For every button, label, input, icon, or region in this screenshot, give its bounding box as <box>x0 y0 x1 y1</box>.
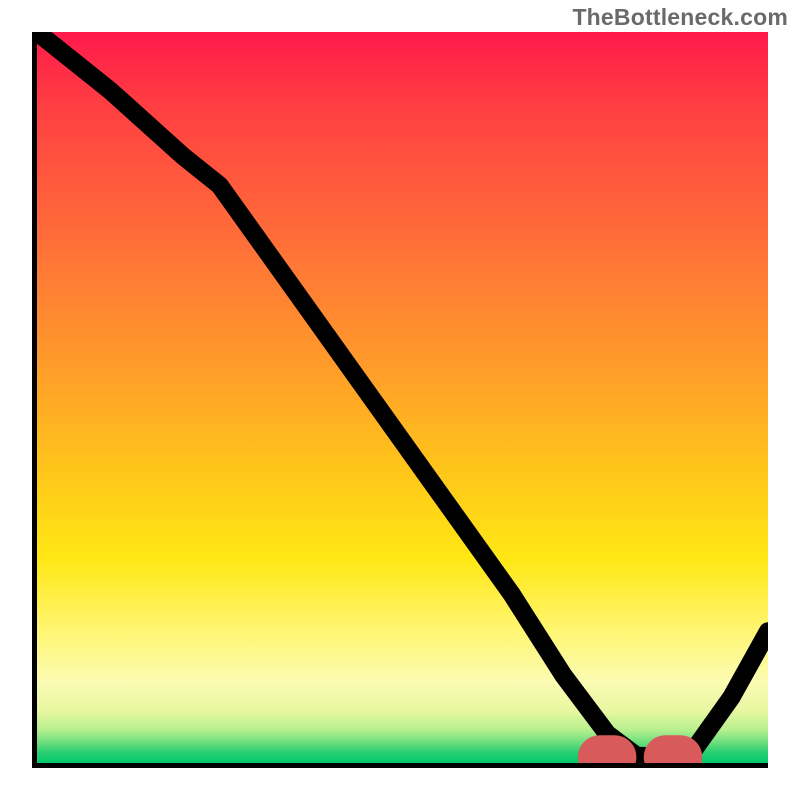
bottleneck-curve-path <box>37 32 768 757</box>
chart-svg <box>37 32 768 763</box>
chart-container: TheBottleneck.com <box>0 0 800 800</box>
plot-area <box>32 32 768 768</box>
watermark-text: TheBottleneck.com <box>572 4 788 31</box>
